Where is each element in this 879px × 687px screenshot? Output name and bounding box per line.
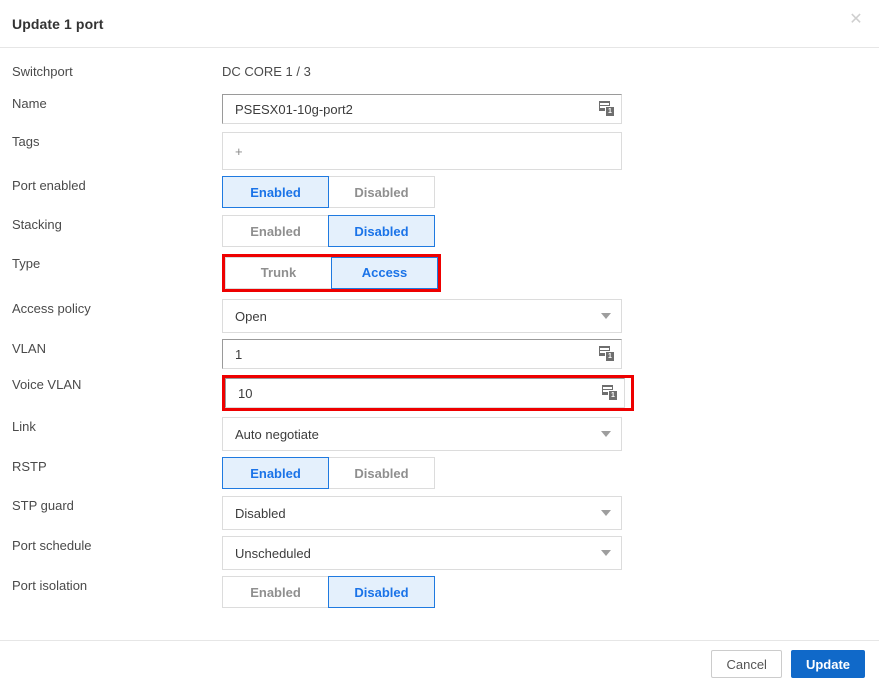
port-isolation-option-enabled[interactable]: Enabled: [222, 576, 329, 608]
type-option-trunk[interactable]: Trunk: [225, 257, 332, 289]
switchport-value: DC CORE 1 / 3: [222, 64, 311, 79]
row-port-schedule: Port schedule Unscheduled: [12, 536, 867, 570]
port-isolation-toggle-group: Enabled Disabled: [222, 576, 435, 608]
stacking-option-disabled[interactable]: Disabled: [328, 215, 435, 247]
tags-input[interactable]: +: [222, 132, 622, 170]
type-control: Trunk Access: [222, 254, 867, 292]
row-rstp: RSTP Enabled Disabled: [12, 457, 867, 489]
access-policy-value: Open: [235, 308, 267, 324]
port-enabled-option-enabled[interactable]: Enabled: [222, 176, 329, 208]
port-enabled-option-disabled[interactable]: Disabled: [328, 176, 435, 208]
rstp-option-disabled[interactable]: Disabled: [328, 457, 435, 489]
stp-guard-control: Disabled: [222, 496, 867, 530]
link-select[interactable]: Auto negotiate: [222, 417, 622, 451]
label-vlan: VLAN: [12, 341, 46, 356]
type-toggle-group: Trunk Access: [225, 257, 438, 289]
label-port-isolation: Port isolation: [12, 578, 88, 593]
dialog-header: Update 1 port ✕: [0, 0, 879, 48]
name-input[interactable]: [235, 101, 595, 117]
access-policy-control: Open: [222, 299, 867, 333]
label-rstp: RSTP: [12, 459, 47, 474]
label-port-schedule: Port schedule: [12, 538, 92, 553]
voice-vlan-input-wrap[interactable]: 1: [225, 378, 625, 408]
voice-vlan-input[interactable]: [238, 385, 598, 401]
multi-value-count: 1: [605, 106, 615, 117]
multi-value-icon: 1: [602, 385, 618, 401]
rstp-control: Enabled Disabled: [222, 457, 867, 489]
port-schedule-select[interactable]: Unscheduled: [222, 536, 622, 570]
row-port-isolation: Port isolation Enabled Disabled: [12, 576, 867, 608]
close-icon[interactable]: ✕: [845, 9, 867, 31]
multi-value-icon: 1: [599, 346, 615, 362]
multi-value-count: 1: [608, 390, 618, 401]
label-link: Link: [12, 419, 36, 434]
type-option-access[interactable]: Access: [331, 257, 438, 289]
port-schedule-value: Unscheduled: [235, 545, 311, 561]
label-voice-vlan: Voice VLAN: [12, 377, 82, 392]
update-button[interactable]: Update: [790, 650, 865, 678]
row-stacking: Stacking Enabled Disabled: [12, 215, 867, 247]
stp-guard-select[interactable]: Disabled: [222, 496, 622, 530]
row-port-enabled: Port enabled Enabled Disabled: [12, 176, 867, 208]
rstp-toggle-group: Enabled Disabled: [222, 457, 435, 489]
switchport-value-wrap: DC CORE 1 / 3: [222, 62, 867, 80]
chevron-down-icon[interactable]: [601, 313, 611, 319]
dialog-body: Switchport DC CORE 1 / 3 Name 1 Tags: [0, 48, 879, 640]
row-tags: Tags +: [12, 132, 867, 170]
multi-value-icon: 1: [599, 101, 615, 117]
stacking-option-enabled[interactable]: Enabled: [222, 215, 329, 247]
link-value: Auto negotiate: [235, 426, 319, 442]
row-stp-guard: STP guard Disabled: [12, 496, 867, 530]
label-stp-guard: STP guard: [12, 498, 74, 513]
chevron-down-icon[interactable]: [601, 510, 611, 516]
chevron-down-icon[interactable]: [601, 550, 611, 556]
port-isolation-option-disabled[interactable]: Disabled: [328, 576, 435, 608]
type-annotation-highlight: Trunk Access: [222, 254, 441, 292]
multi-value-count: 1: [605, 351, 615, 362]
label-port-enabled: Port enabled: [12, 178, 86, 193]
row-type: Type Trunk Access: [12, 254, 867, 292]
add-tag-icon[interactable]: +: [235, 145, 243, 158]
label-access-policy: Access policy: [12, 301, 91, 316]
label-stacking: Stacking: [12, 217, 62, 232]
row-name: Name 1: [12, 94, 867, 124]
stacking-toggle-group: Enabled Disabled: [222, 215, 435, 247]
voice-vlan-annotation-highlight: 1: [222, 375, 634, 411]
port-schedule-control: Unscheduled: [222, 536, 867, 570]
tags-control: +: [222, 132, 867, 170]
name-input-wrap[interactable]: 1: [222, 94, 622, 124]
link-control: Auto negotiate: [222, 417, 867, 451]
name-control: 1: [222, 94, 867, 124]
stp-guard-value: Disabled: [235, 505, 286, 521]
dialog-footer: Cancel Update: [0, 640, 879, 687]
label-name: Name: [12, 96, 47, 111]
port-enabled-toggle-group: Enabled Disabled: [222, 176, 435, 208]
voice-vlan-control: 1: [222, 375, 867, 411]
port-enabled-control: Enabled Disabled: [222, 176, 867, 208]
row-link: Link Auto negotiate: [12, 417, 867, 451]
vlan-control: 1: [222, 339, 867, 369]
row-switchport: Switchport DC CORE 1 / 3: [12, 62, 867, 86]
label-switchport: Switchport: [12, 64, 73, 79]
chevron-down-icon[interactable]: [601, 431, 611, 437]
update-port-dialog: Update 1 port ✕ Switchport DC CORE 1 / 3…: [0, 0, 879, 687]
page-title: Update 1 port: [12, 15, 104, 32]
row-voice-vlan: Voice VLAN 1: [12, 375, 867, 411]
vlan-input[interactable]: [235, 346, 595, 362]
row-vlan: VLAN 1: [12, 339, 867, 369]
port-isolation-control: Enabled Disabled: [222, 576, 867, 608]
label-type: Type: [12, 256, 41, 271]
cancel-button[interactable]: Cancel: [711, 650, 782, 678]
stacking-control: Enabled Disabled: [222, 215, 867, 247]
row-access-policy: Access policy Open: [12, 299, 867, 333]
vlan-input-wrap[interactable]: 1: [222, 339, 622, 369]
access-policy-select[interactable]: Open: [222, 299, 622, 333]
label-tags: Tags: [12, 134, 40, 149]
rstp-option-enabled[interactable]: Enabled: [222, 457, 329, 489]
